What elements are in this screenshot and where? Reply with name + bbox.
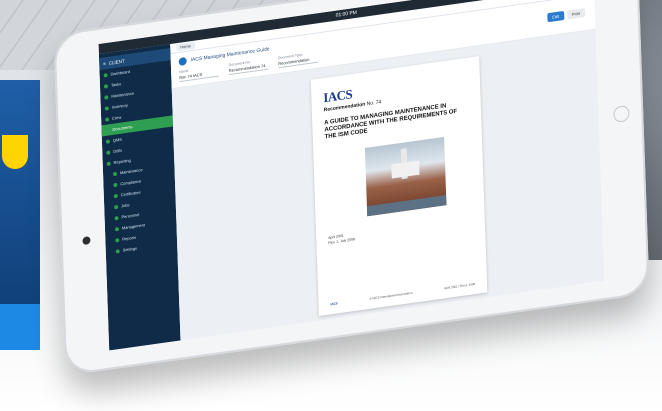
- document-icon: [178, 56, 187, 67]
- nav-dot-icon: [114, 204, 119, 209]
- nav-dot-icon: [104, 105, 109, 111]
- sidebar-item-label: Tasks: [110, 81, 122, 88]
- recommendation-number: No. 74: [366, 99, 382, 108]
- camera-icon: [82, 236, 91, 246]
- sidebar-item-label: Maintenance: [111, 90, 135, 99]
- sidebar-item-label: Drills: [113, 147, 123, 155]
- nav-dot-icon: [113, 182, 118, 187]
- footer-middle: © IACS International Association: [369, 290, 413, 301]
- field-1: Document No. Recommendation 74: [229, 58, 269, 76]
- nav-dot-icon: [103, 83, 109, 89]
- nav-dot-icon: [112, 171, 118, 176]
- nav-dot-icon: [105, 127, 110, 133]
- sidebar-nav: Dashboard Tasks Maintenance Inventory Crew Do…: [99, 60, 177, 258]
- sidebar-item-label: Dashboard: [110, 68, 131, 77]
- sidebar-item-label: Certificates: [120, 189, 141, 198]
- sidebar-item-label: Settings: [122, 245, 138, 253]
- sidebar-item-label: Documents: [112, 124, 133, 132]
- ship-photo: [364, 136, 447, 217]
- nav-dot-icon: [114, 226, 119, 232]
- status-time: 01:00 PM: [335, 9, 357, 19]
- nav-dot-icon: [115, 248, 120, 254]
- nav-dot-icon: [105, 138, 110, 144]
- nav-dot-icon: [113, 193, 118, 198]
- field-0: Name Rec 74 IACS: [179, 64, 220, 83]
- sidebar-item-label: Maintenance: [119, 167, 143, 176]
- account-name: CLIENT: [108, 58, 125, 66]
- sidebar-item-label: Crew: [111, 114, 122, 121]
- background-monitor: [0, 80, 40, 350]
- nav-dot-icon: [106, 160, 111, 166]
- page-dates: April 2001 Rev. 1, July 2008: [328, 216, 473, 246]
- menu-icon: ≡: [103, 60, 106, 67]
- nav-dot-icon: [104, 94, 109, 100]
- nav-dot-icon: [115, 237, 120, 243]
- document-page: IACS Recommendation No. 74 A GUIDE TO MA…: [310, 56, 488, 316]
- tablet-device: 01:00 PM ▪ ▪ ▪ ▪ ≡ CLIENT DashboardTasks…: [52, 0, 659, 376]
- field-2: Document Type Recommendation: [278, 51, 319, 69]
- home-button[interactable]: [613, 104, 630, 124]
- nav-dot-icon: [105, 116, 110, 122]
- sidebar-item-label: Inventory: [111, 102, 129, 110]
- nav-dot-icon: [106, 149, 111, 155]
- sidebar-item-label: Compliance: [120, 178, 142, 187]
- sidebar-item-label: Jobs: [121, 202, 130, 209]
- sidebar-item-label: QMS: [112, 136, 122, 143]
- shield-logo: [2, 135, 28, 169]
- nav-dot-icon: [114, 215, 119, 220]
- tab-home[interactable]: Home: [176, 41, 195, 52]
- sidebar-item-label: Reports: [122, 234, 137, 242]
- footer-right: April 2001 / Rev.1 2008: [444, 281, 476, 291]
- nav-dot-icon: [103, 72, 108, 78]
- sidebar-item-label: Reporting: [113, 157, 131, 166]
- sidebar-item-label: Management: [121, 222, 146, 231]
- sidebar: ≡ CLIENT Dashboard Tasks Maintenance Invent…: [98, 44, 181, 351]
- footer-left: IACS: [330, 301, 338, 307]
- sidebar-item-label: Personnel: [121, 211, 140, 220]
